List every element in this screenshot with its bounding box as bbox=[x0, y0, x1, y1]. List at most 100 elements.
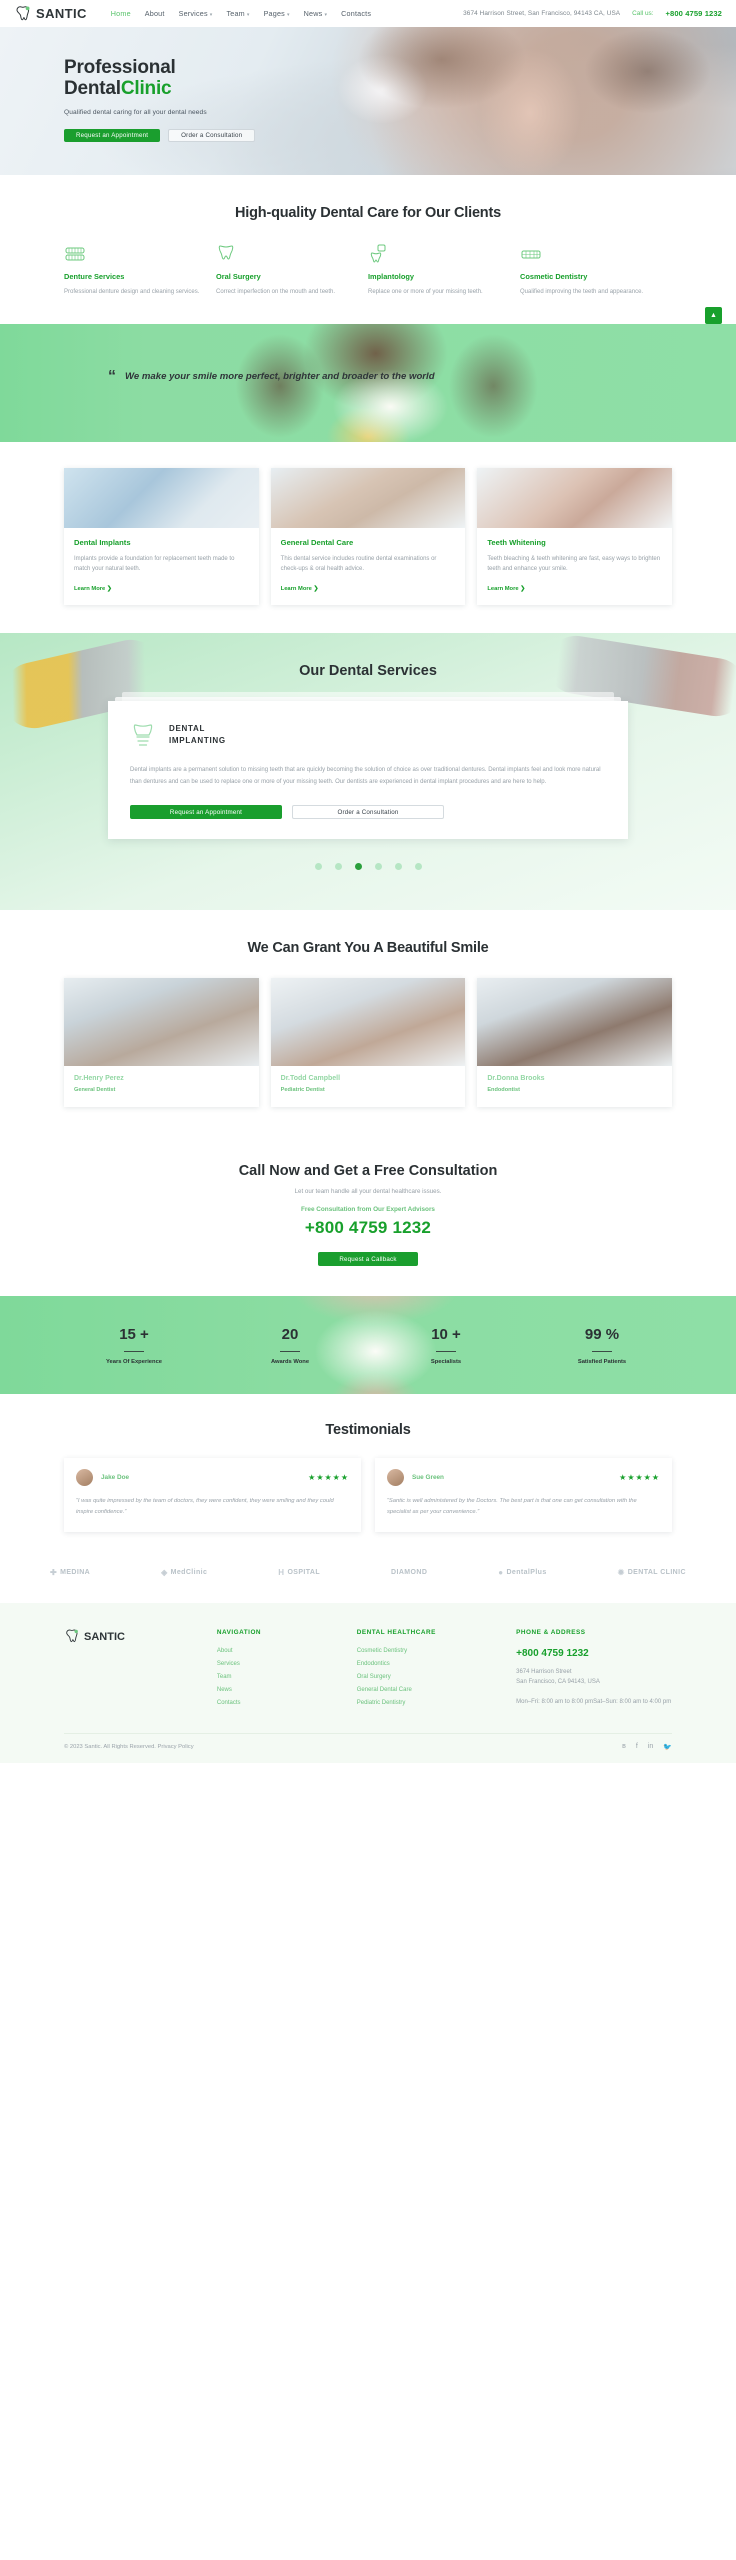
logo-text: SANTIC bbox=[36, 6, 87, 21]
footer-link-news[interactable]: News bbox=[217, 1687, 347, 1693]
call-phone-number[interactable]: +800 4759 1232 bbox=[0, 1218, 736, 1238]
main-navigation: Home About Services ▾ Team ▾ Pages ▾ News ▾ … bbox=[111, 9, 371, 18]
team-grid: Dr.Henry Perez General Dentist Dr.Todd C… bbox=[64, 978, 672, 1108]
request-callback-button[interactable]: Request a Callback bbox=[318, 1252, 418, 1267]
letter-h-icon: H bbox=[278, 1567, 285, 1577]
footer-link-about[interactable]: About bbox=[217, 1648, 347, 1654]
feature-card[interactable]: Dental Implants Implants provide a found… bbox=[64, 467, 259, 606]
service-item[interactable]: Oral Surgery Correct imperfection on the… bbox=[216, 243, 368, 298]
services-slider: DENTAL IMPLANTING Dental implants are a … bbox=[108, 692, 628, 840]
order-consultation-button[interactable]: Order a Consultation bbox=[168, 128, 256, 142]
nav-item-team[interactable]: Team ▾ bbox=[226, 9, 249, 18]
header-phone[interactable]: +800 4759 1232 bbox=[665, 9, 722, 18]
request-appointment-button[interactable]: Request an Appointment bbox=[130, 805, 282, 820]
slider-dot[interactable] bbox=[394, 863, 402, 871]
footer-phone[interactable]: +800 4759 1232 bbox=[516, 1648, 672, 1659]
footer-contact-heading: PHONE & ADDRESS bbox=[516, 1628, 586, 1636]
service-desc: Correct imperfection on the mouth and te… bbox=[216, 289, 336, 295]
card-desc: This dental service includes routine den… bbox=[280, 555, 437, 573]
slider-dot[interactable] bbox=[374, 863, 382, 871]
footer-logo[interactable]: SANTIC bbox=[64, 1629, 207, 1646]
footer-link-cosmetic-dentistry[interactable]: Cosmetic Dentistry bbox=[357, 1648, 506, 1654]
hero-content: Professional DentalClinic Qualified dent… bbox=[64, 57, 256, 142]
slider-dot[interactable] bbox=[334, 863, 342, 871]
member-photo bbox=[477, 978, 672, 1067]
partner-logo: ✹ DENTAL CLINIC bbox=[617, 1567, 686, 1577]
scroll-to-top-button[interactable]: ▲ bbox=[705, 307, 722, 324]
nav-item-services[interactable]: Services ▾ bbox=[179, 9, 213, 18]
nav-item-home[interactable]: Home bbox=[111, 9, 131, 18]
member-photo bbox=[270, 978, 466, 1067]
slider-active-card: DENTAL IMPLANTING Dental implants are a … bbox=[108, 701, 628, 840]
oral-surgery-icon bbox=[216, 243, 352, 263]
footer-link-contacts[interactable]: Contacts bbox=[217, 1700, 347, 1706]
avatar bbox=[387, 1469, 404, 1487]
tooth-logo-icon bbox=[14, 6, 33, 21]
avatar bbox=[76, 1469, 93, 1487]
feature-card[interactable]: General Dental Care This dental service … bbox=[270, 467, 466, 606]
card-desc: Teeth bleaching & teeth whitening are fa… bbox=[487, 555, 661, 573]
chevron-down-icon: ▾ bbox=[209, 12, 213, 18]
footer-link-team[interactable]: Team bbox=[217, 1674, 347, 1680]
section-title: Testimonials bbox=[325, 1422, 411, 1439]
twitter-icon[interactable]: 🐦 bbox=[663, 1743, 672, 1751]
stat-divider bbox=[436, 1350, 456, 1353]
partner-logos: ✚ MEDINA ◈ MedClinic H OSPITAL DIAMOND ● Den… bbox=[0, 1553, 736, 1603]
feature-card[interactable]: Teeth Whitening Teeth bleaching & teeth … bbox=[477, 467, 672, 606]
footer-link-general-dental-care[interactable]: General Dental Care bbox=[357, 1687, 506, 1693]
request-appointment-button[interactable]: Request an Appointment bbox=[64, 128, 161, 142]
footer-link-endodontics[interactable]: Endodontics bbox=[357, 1661, 506, 1667]
stats-banner: 15 + Years Of Experience 20 Awards Wone … bbox=[0, 1296, 736, 1395]
facebook-icon[interactable]: f bbox=[636, 1743, 638, 1751]
learn-more-link[interactable]: Learn More ❯ bbox=[74, 586, 112, 592]
nav-item-news[interactable]: News ▾ bbox=[304, 9, 328, 18]
team-member-card[interactable]: Dr.Henry Perez General Dentist bbox=[64, 978, 259, 1108]
learn-more-link[interactable]: Learn More ❯ bbox=[487, 586, 525, 592]
card-title: Teeth Whitening bbox=[487, 537, 546, 547]
slider-dot[interactable] bbox=[314, 863, 322, 871]
behance-icon[interactable]: ʙ bbox=[622, 1743, 626, 1751]
hero-buttons: Request an Appointment Order a Consultat… bbox=[64, 128, 256, 142]
service-item[interactable]: Implantology Replace one or more of your… bbox=[368, 243, 520, 298]
hero-title-line1: Professional bbox=[64, 57, 176, 78]
hero-title-clinic: Clinic bbox=[120, 78, 172, 100]
stat-value: 99 % bbox=[584, 1325, 620, 1343]
testimonial-card: Jake Doe ★★★★★ “I was quite impressed by… bbox=[64, 1458, 361, 1532]
testimonial-author: Jake Doe bbox=[101, 1474, 130, 1482]
page-root: SANTIC Home About Services ▾ Team ▾ Pages ▾… bbox=[0, 0, 736, 1764]
team-member-card[interactable]: Dr.Donna Brooks Endodontist bbox=[477, 978, 672, 1108]
footer-link-services[interactable]: Services bbox=[217, 1661, 347, 1667]
slider-dot-active[interactable] bbox=[354, 863, 362, 871]
hero-title: Professional DentalClinic bbox=[64, 57, 255, 100]
service-name: Cosmetic Dentistry bbox=[520, 272, 588, 281]
team-member-card[interactable]: Dr.Todd Campbell Pediatric Dentist bbox=[270, 978, 466, 1108]
footer-address-line2: San Francisco, CA 94143, USA bbox=[516, 1679, 600, 1686]
member-role: General Dentist bbox=[74, 1087, 116, 1094]
learn-more-link[interactable]: Learn More ❯ bbox=[281, 586, 319, 592]
call-subtitle: Let our team handle all your dental heal… bbox=[294, 1188, 442, 1196]
linkedin-icon[interactable]: in bbox=[648, 1743, 653, 1751]
stat-item: 20 Awards Wone bbox=[212, 1326, 368, 1366]
stat-label: Years Of Experience bbox=[105, 1359, 163, 1366]
card-image bbox=[270, 467, 466, 528]
hero-banner: Professional DentalClinic Qualified dent… bbox=[0, 27, 736, 175]
site-logo[interactable]: SANTIC bbox=[14, 6, 87, 21]
footer-brand: SANTIC bbox=[64, 1629, 207, 1708]
dentures-icon bbox=[64, 243, 200, 263]
section-title: High-quality Dental Care for Our Clients bbox=[235, 205, 501, 221]
footer-link-oral-surgery[interactable]: Oral Surgery bbox=[357, 1674, 506, 1680]
slider-dot[interactable] bbox=[414, 863, 422, 871]
footer-address: 3674 Harrison Street San Francisco, CA 9… bbox=[516, 1667, 672, 1688]
nav-item-about[interactable]: About bbox=[145, 9, 165, 18]
footer-link-pediatric-dentistry[interactable]: Pediatric Dentistry bbox=[357, 1700, 506, 1706]
service-item[interactable]: Denture Services Professional denture de… bbox=[64, 243, 216, 298]
nav-item-pages[interactable]: Pages ▾ bbox=[264, 9, 290, 18]
star-icon: ✹ bbox=[617, 1567, 625, 1577]
partner-logo: ◈ MedClinic bbox=[161, 1567, 208, 1577]
order-consultation-button[interactable]: Order a Consultation bbox=[292, 805, 444, 820]
quote-text: We make your smile more perfect, brighte… bbox=[125, 370, 435, 382]
nav-item-contacts[interactable]: Contacts bbox=[341, 9, 371, 18]
service-item[interactable]: Cosmetic Dentistry Qualified improving t… bbox=[520, 243, 672, 298]
chevron-down-icon: ▾ bbox=[324, 12, 328, 18]
footer-hours: Mon–Fri: 8:00 am to 8:00 pmSat–Sun: 8:00… bbox=[516, 1698, 672, 1705]
